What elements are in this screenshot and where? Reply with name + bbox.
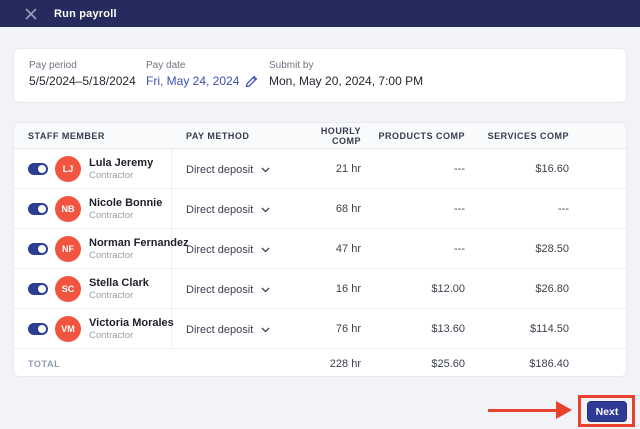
next-button[interactable]: Next	[587, 401, 627, 422]
submit-by-value: Mon, May 20, 2024, 7:00 PM	[269, 74, 424, 88]
avatar: VM	[55, 315, 81, 342]
chevron-down-icon	[261, 247, 270, 252]
table-row: VM Victoria Morales Contractor Direct dep…	[14, 309, 626, 349]
pay-period-value: 5/5/2024–5/18/2024	[29, 74, 136, 88]
toggle-knob	[38, 284, 46, 293]
hourly-comp-cell: 68 hr	[335, 202, 361, 215]
services-comp-cell: $114.50	[530, 322, 569, 335]
staff-cell: NF Norman Fernandez Contractor	[14, 229, 189, 268]
total-label: TOTAL	[28, 358, 61, 369]
pay-method-value: Direct deposit	[186, 323, 254, 336]
annotation-arrow-head	[556, 401, 572, 419]
annotation-arrow-shaft	[488, 409, 558, 412]
pay-period-label: Pay period	[29, 60, 77, 71]
staff-enabled-toggle[interactable]	[28, 322, 48, 335]
products-comp-cell: ---	[454, 162, 465, 175]
staff-enabled-toggle[interactable]	[28, 282, 48, 295]
staff-cell: VM Victoria Morales Contractor	[14, 309, 174, 348]
submit-by-label: Submit by	[269, 60, 314, 71]
pay-method-select[interactable]: Direct deposit	[186, 284, 270, 296]
pay-date-value: Fri, May 24, 2024	[146, 74, 240, 88]
hourly-comp-cell: 76 hr	[335, 322, 361, 335]
table-row: SC Stella Clark Contractor Direct deposit…	[14, 269, 626, 309]
pay-date-edit[interactable]: Fri, May 24, 2024	[146, 74, 269, 88]
staff-enabled-toggle[interactable]	[28, 202, 48, 215]
pay-period-field: Pay period 5/5/2024–5/18/2024	[29, 60, 146, 102]
hourly-comp-cell: 21 hr	[335, 162, 361, 175]
staff-role: Contractor	[89, 209, 134, 221]
pay-method-select[interactable]: Direct deposit	[186, 204, 270, 216]
toggle-knob	[38, 244, 46, 253]
staff-enabled-toggle[interactable]	[28, 162, 48, 175]
pay-method-value: Direct deposit	[186, 203, 254, 216]
products-comp-cell: ---	[454, 242, 465, 255]
products-comp-cell: $12.00	[431, 282, 465, 295]
services-comp-cell: ---	[558, 202, 569, 215]
pay-method-select[interactable]: Direct deposit	[186, 324, 270, 336]
total-services: $186.40	[529, 357, 569, 370]
staff-enabled-toggle[interactable]	[28, 242, 48, 255]
staff-name: Stella Clark	[89, 276, 149, 289]
pay-date-label: Pay date	[146, 60, 186, 71]
avatar: SC	[55, 275, 81, 302]
col-products-comp: PRODUCTS COMP	[378, 130, 465, 141]
table-row: NF Norman Fernandez Contractor Direct dep…	[14, 229, 626, 269]
submit-by-field: Submit by Mon, May 20, 2024, 7:00 PM	[269, 60, 423, 102]
staff-role: Contractor	[89, 289, 134, 301]
close-icon[interactable]	[24, 7, 38, 21]
page-title: Run payroll	[54, 7, 117, 20]
staff-name: Lula Jeremy	[89, 156, 154, 169]
col-pay-method: PAY METHOD	[186, 130, 250, 141]
staff-role: Contractor	[89, 169, 134, 181]
col-hourly-comp: HOURLY COMP	[320, 125, 361, 146]
avatar: LJ	[55, 155, 81, 182]
table-row: LJ Lula Jeremy Contractor Direct deposit …	[14, 149, 626, 189]
col-staff-member: STAFF MEMBER	[28, 130, 105, 141]
total-products: $25.60	[431, 357, 465, 370]
chevron-down-icon	[261, 167, 270, 172]
staff-cell: NB Nicole Bonnie Contractor	[14, 189, 172, 228]
services-comp-cell: $16.60	[535, 162, 569, 175]
annotation-arrow	[488, 401, 574, 419]
hourly-comp-cell: 16 hr	[335, 282, 361, 295]
pay-summary-card: Pay period 5/5/2024–5/18/2024 Pay date F…	[13, 48, 627, 103]
toggle-knob	[38, 324, 46, 333]
avatar: NB	[55, 195, 81, 222]
products-comp-cell: $13.60	[431, 322, 465, 335]
products-comp-cell: ---	[454, 202, 465, 215]
modal-header: Run payroll	[0, 0, 640, 27]
staff-name: Victoria Morales	[89, 316, 174, 329]
staff-role: Contractor	[89, 329, 134, 341]
table-row: NB Nicole Bonnie Contractor Direct deposi…	[14, 189, 626, 229]
pay-method-select[interactable]: Direct deposit	[186, 244, 270, 256]
toggle-knob	[38, 164, 46, 173]
total-hourly: 228 hr	[329, 357, 361, 370]
staff-cell: LJ Lula Jeremy Contractor	[14, 149, 172, 188]
toggle-knob	[38, 204, 46, 213]
staff-cell: SC Stella Clark Contractor	[14, 269, 172, 308]
payroll-table: STAFF MEMBER PAY METHOD HOURLY COMP PROD…	[13, 122, 627, 377]
edit-pencil-icon	[245, 75, 258, 87]
chevron-down-icon	[261, 287, 270, 292]
avatar: NF	[55, 235, 81, 262]
chevron-down-icon	[261, 327, 270, 332]
services-comp-cell: $26.80	[535, 282, 569, 295]
pay-method-value: Direct deposit	[186, 163, 254, 176]
staff-name: Nicole Bonnie	[89, 196, 163, 209]
total-row: TOTAL 228 hr $25.60 $186.40	[14, 349, 626, 376]
pay-method-value: Direct deposit	[186, 283, 254, 296]
hourly-comp-cell: 47 hr	[335, 242, 361, 255]
col-services-comp: SERVICES COMP	[487, 130, 569, 141]
chevron-down-icon	[261, 207, 270, 212]
pay-method-select[interactable]: Direct deposit	[186, 164, 270, 176]
table-header-row: STAFF MEMBER PAY METHOD HOURLY COMP PROD…	[14, 123, 626, 149]
services-comp-cell: $28.50	[535, 242, 569, 255]
pay-method-value: Direct deposit	[186, 243, 254, 256]
pay-date-field: Pay date Fri, May 24, 2024	[146, 60, 269, 102]
